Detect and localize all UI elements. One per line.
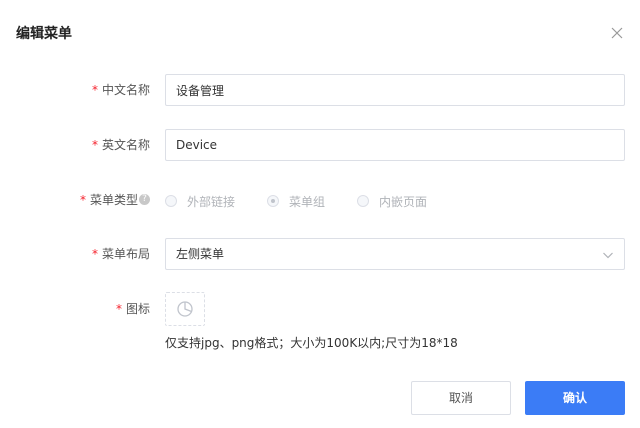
- chinese-name-input[interactable]: [165, 74, 625, 106]
- menu-layout-label-text: 菜单布局: [101, 247, 150, 261]
- required-mark: *: [91, 83, 98, 97]
- chinese-name-label: * 中文名称: [0, 80, 150, 100]
- required-mark: *: [115, 302, 122, 316]
- radio-circle: [357, 195, 369, 207]
- chinese-name-label-text: 中文名称: [101, 83, 150, 97]
- radio-circle: [165, 195, 177, 207]
- radio-label: 外部链接: [187, 194, 236, 209]
- radio-menu-group[interactable]: 菜单组: [267, 191, 325, 211]
- menu-type-label: * 菜单类型?: [0, 190, 150, 210]
- english-name-input[interactable]: [165, 129, 625, 161]
- confirm-button[interactable]: 确认: [525, 381, 625, 415]
- chevron-down-icon: [603, 252, 613, 259]
- icon-field-label: * 图标: [0, 299, 150, 319]
- english-name-label-text: 英文名称: [101, 138, 150, 152]
- radio-circle-checked: [267, 195, 279, 207]
- close-icon[interactable]: [609, 25, 625, 41]
- radio-external-link[interactable]: 外部链接: [165, 191, 235, 211]
- required-mark: *: [79, 193, 86, 207]
- english-name-label: * 英文名称: [0, 135, 150, 155]
- radio-label: 菜单组: [289, 194, 326, 209]
- menu-type-label-text: 菜单类型: [89, 193, 138, 207]
- radio-label: 内嵌页面: [379, 194, 428, 209]
- question-circle-icon[interactable]: ?: [139, 194, 150, 205]
- menu-layout-label: * 菜单布局: [0, 244, 150, 264]
- menu-layout-select[interactable]: 左侧菜单: [165, 238, 625, 270]
- upload-hint: 仅支持jpg、png格式；大小为100K以内;尺寸为18*18: [165, 336, 458, 350]
- icon-field-label-text: 图标: [125, 302, 150, 316]
- radio-embedded-page[interactable]: 内嵌页面: [357, 191, 427, 211]
- required-mark: *: [91, 247, 98, 261]
- cancel-button[interactable]: 取消: [411, 381, 511, 415]
- required-mark: *: [91, 138, 98, 152]
- dialog-title: 编辑菜单: [16, 26, 72, 42]
- icon-upload-box[interactable]: [165, 292, 205, 326]
- pie-chart-icon: [177, 301, 193, 317]
- menu-layout-value: 左侧菜单: [176, 247, 225, 261]
